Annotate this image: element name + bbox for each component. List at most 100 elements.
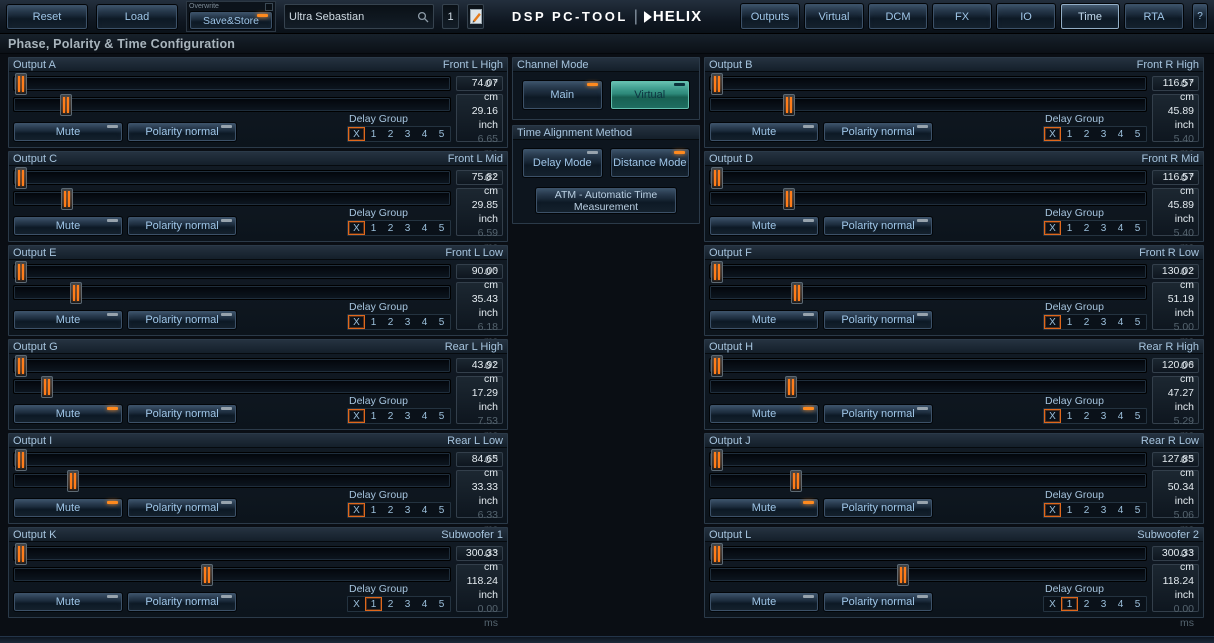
delay-value-box[interactable]: 84.65 cm 33.33 inch 6.33 ms: [456, 470, 503, 518]
delay-inch-value[interactable]: 35.43 inch: [461, 292, 498, 320]
phase-slider-handle[interactable]: [711, 261, 723, 283]
delay-group-cell-5[interactable]: 5: [433, 503, 450, 517]
load-button[interactable]: Load: [96, 4, 178, 30]
delay-group-cell-5[interactable]: 5: [433, 127, 450, 141]
delay-group-cell-2[interactable]: 2: [382, 315, 399, 329]
mute-button[interactable]: Mute: [13, 498, 123, 518]
delay-group-cell-1[interactable]: 1: [1061, 503, 1078, 517]
delay-group-cell-x[interactable]: X: [1044, 127, 1061, 141]
phase-slider-handle[interactable]: [15, 73, 27, 95]
mute-button[interactable]: Mute: [13, 310, 123, 330]
polarity-button[interactable]: Polarity normal: [823, 310, 933, 330]
delay-group-cell-2[interactable]: 2: [1078, 597, 1095, 611]
delay-group-cell-2[interactable]: 2: [1078, 221, 1095, 235]
delay-cm-value[interactable]: 300.33 cm: [461, 546, 498, 574]
nav-button-io[interactable]: IO: [996, 3, 1056, 30]
delay-cm-value[interactable]: 120.06 cm: [1157, 358, 1194, 386]
delay-group-cell-4[interactable]: 4: [1112, 315, 1129, 329]
delay-slider-handle[interactable]: [785, 376, 797, 398]
delay-group-cell-x[interactable]: X: [348, 409, 365, 423]
delay-group-cell-3[interactable]: 3: [1095, 503, 1112, 517]
polarity-button[interactable]: Polarity normal: [127, 592, 237, 612]
mute-button[interactable]: Mute: [709, 404, 819, 424]
mute-button[interactable]: Mute: [13, 592, 123, 612]
delay-slider-handle[interactable]: [41, 376, 53, 398]
mute-button[interactable]: Mute: [13, 404, 123, 424]
delay-group-cell-x[interactable]: X: [1044, 221, 1061, 235]
delay-slider-handle[interactable]: [61, 188, 73, 210]
atm-button[interactable]: ATM - Automatic Time Measurement: [535, 187, 677, 214]
phase-slider-handle[interactable]: [711, 167, 723, 189]
virtual-mode-button[interactable]: Virtual: [610, 80, 691, 110]
phase-slider-handle[interactable]: [15, 449, 27, 471]
delay-group-cell-x[interactable]: X: [1044, 315, 1061, 329]
delay-inch-value[interactable]: 17.29 inch: [461, 386, 498, 414]
delay-inch-value[interactable]: 50.34 inch: [1157, 480, 1194, 508]
delay-group-cell-3[interactable]: 3: [399, 127, 416, 141]
delay-group-cell-1[interactable]: 1: [1061, 127, 1078, 141]
delay-group-cell-5[interactable]: 5: [433, 315, 450, 329]
phase-slider[interactable]: [709, 358, 1147, 373]
delay-slider[interactable]: [13, 567, 451, 582]
delay-group-cell-2[interactable]: 2: [1078, 409, 1095, 423]
delay-group-cell-3[interactable]: 3: [399, 503, 416, 517]
phase-slider-handle[interactable]: [15, 355, 27, 377]
delay-slider[interactable]: [13, 285, 451, 300]
delay-group-cell-1[interactable]: 1: [365, 221, 382, 235]
delay-group-cell-x[interactable]: X: [348, 597, 365, 611]
delay-value-box[interactable]: 300.33 cm 118.24 inch 0.00 ms: [1152, 564, 1199, 612]
delay-group-cell-1[interactable]: 1: [1061, 597, 1078, 611]
phase-slider[interactable]: [709, 76, 1147, 91]
delay-group-cell-x[interactable]: X: [348, 221, 365, 235]
delay-slider[interactable]: [709, 191, 1147, 206]
delay-group-cell-3[interactable]: 3: [399, 409, 416, 423]
delay-slider[interactable]: [709, 97, 1147, 112]
phase-slider-handle[interactable]: [711, 73, 723, 95]
delay-group-cell-1[interactable]: 1: [1061, 221, 1078, 235]
delay-group-cell-1[interactable]: 1: [365, 127, 382, 141]
delay-group-cell-2[interactable]: 2: [382, 597, 399, 611]
mute-button[interactable]: Mute: [13, 216, 123, 236]
mute-button[interactable]: Mute: [709, 592, 819, 612]
delay-value-box[interactable]: 127.85 cm 50.34 inch 5.06 ms: [1152, 470, 1199, 518]
nav-button-fx[interactable]: FX: [932, 3, 992, 30]
delay-group-cell-2[interactable]: 2: [382, 503, 399, 517]
delay-cm-value[interactable]: 116.57 cm: [1157, 170, 1194, 198]
delay-group-cell-3[interactable]: 3: [1095, 409, 1112, 423]
delay-group-cell-1[interactable]: 1: [1061, 315, 1078, 329]
delay-inch-value[interactable]: 29.16 inch: [461, 104, 498, 132]
polarity-button[interactable]: Polarity normal: [127, 216, 237, 236]
delay-mode-button[interactable]: Delay Mode: [522, 148, 603, 178]
delay-value-box[interactable]: 75.82 cm 29.85 inch 6.59 ms: [456, 188, 503, 236]
delay-group-cell-4[interactable]: 4: [1112, 221, 1129, 235]
delay-group-cell-x[interactable]: X: [348, 127, 365, 141]
phase-slider-handle[interactable]: [15, 167, 27, 189]
polarity-button[interactable]: Polarity normal: [127, 310, 237, 330]
phase-slider-handle[interactable]: [711, 449, 723, 471]
nav-button-dcm[interactable]: DCM: [868, 3, 928, 30]
delay-group-cell-4[interactable]: 4: [1112, 597, 1129, 611]
delay-group-cell-x[interactable]: X: [1044, 503, 1061, 517]
delay-slider-handle[interactable]: [791, 282, 803, 304]
polarity-button[interactable]: Polarity normal: [127, 122, 237, 142]
delay-slider[interactable]: [13, 379, 451, 394]
delay-group-cell-5[interactable]: 5: [1129, 503, 1146, 517]
delay-group-cell-1[interactable]: 1: [365, 597, 382, 611]
mute-button[interactable]: Mute: [709, 498, 819, 518]
delay-slider-handle[interactable]: [783, 94, 795, 116]
delay-cm-value[interactable]: 74.07 cm: [461, 76, 498, 104]
delay-group-cell-x[interactable]: X: [1044, 597, 1061, 611]
delay-cm-value[interactable]: 130.02 cm: [1157, 264, 1194, 292]
delay-inch-value[interactable]: 51.19 inch: [1157, 292, 1194, 320]
help-button[interactable]: ?: [1192, 3, 1208, 30]
polarity-button[interactable]: Polarity normal: [127, 498, 237, 518]
delay-value-box[interactable]: 43.92 cm 17.29 inch 7.53 ms: [456, 376, 503, 424]
delay-group-cell-3[interactable]: 3: [399, 315, 416, 329]
phase-slider[interactable]: [709, 546, 1147, 561]
delay-group-cell-4[interactable]: 4: [416, 315, 433, 329]
phase-slider[interactable]: [13, 76, 451, 91]
main-mode-button[interactable]: Main: [522, 80, 603, 110]
delay-value-box[interactable]: 130.02 cm 51.19 inch 5.00 ms: [1152, 282, 1199, 330]
delay-group-cell-x[interactable]: X: [348, 503, 365, 517]
delay-group-cell-4[interactable]: 4: [416, 597, 433, 611]
